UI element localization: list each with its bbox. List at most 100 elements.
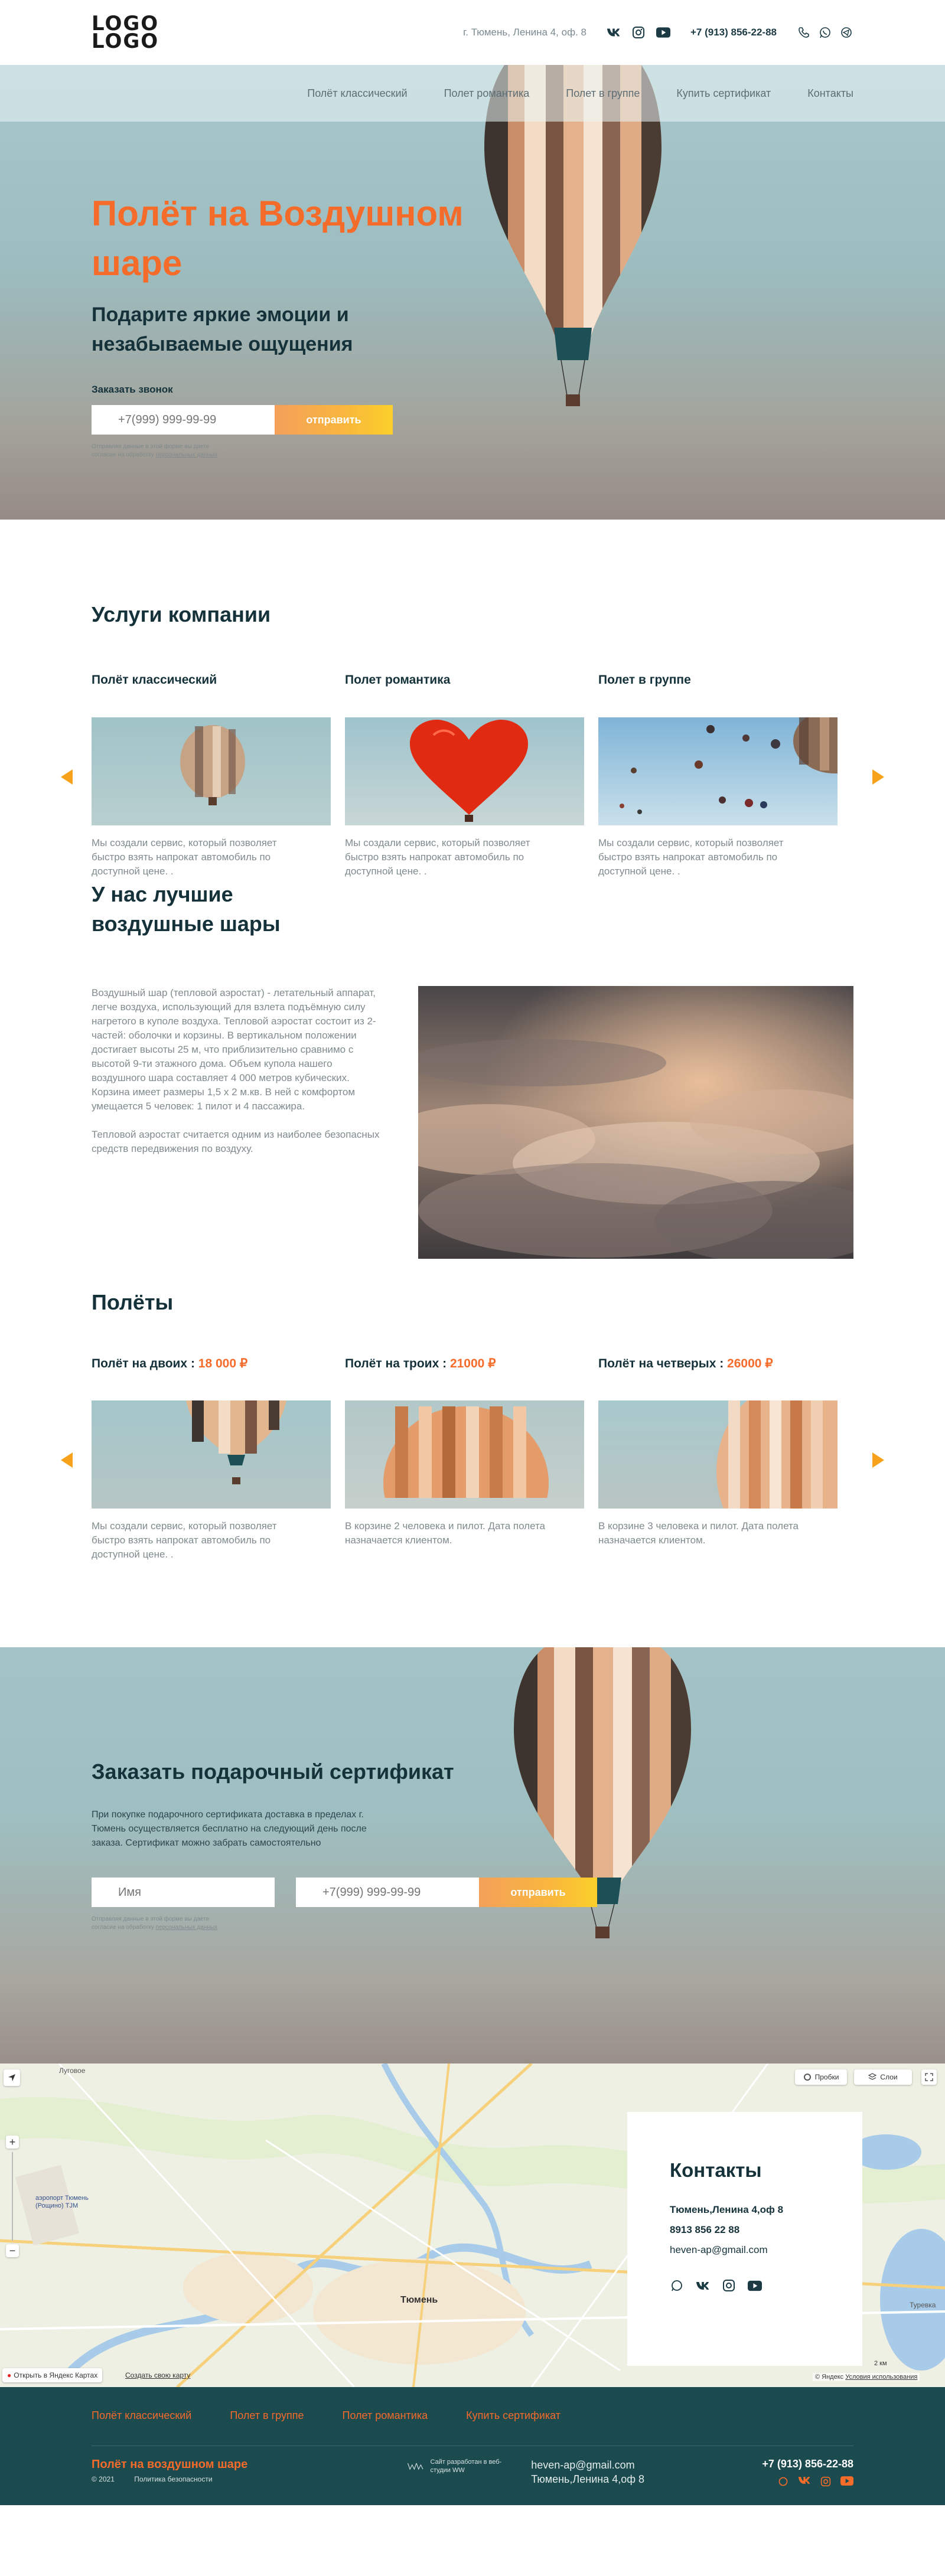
flight-card[interactable]: Полёт на двоих : 18 000 ₽ Мы создали сер…: [92, 1356, 331, 1562]
logo[interactable]: LOGO LOGO: [92, 14, 168, 53]
whatsapp-icon[interactable]: [670, 2278, 684, 2293]
map-section[interactable]: Луговое аэропорт Тюмень (Рощино) TJM Тюм…: [0, 2064, 945, 2387]
certificate-consent-link[interactable]: персональных данных: [156, 1924, 217, 1931]
create-map-link[interactable]: Создать свою карту: [125, 2371, 190, 2379]
footer-nav-romantic[interactable]: Полет романтика: [343, 2410, 428, 2422]
flight-card[interactable]: Полёт на четверых : 26000 ₽ В корзине 3 …: [598, 1356, 838, 1562]
flights-prev-arrow-icon[interactable]: [61, 1452, 73, 1468]
flights-next-arrow-icon[interactable]: [872, 1452, 884, 1468]
contacts-title: Контакты: [670, 2159, 762, 2181]
open-in-yandex-link[interactable]: ● Открыть в Яндекс Картах: [2, 2368, 103, 2382]
zoom-slider-track[interactable]: [12, 2152, 13, 2241]
certificate-phone-input[interactable]: [296, 1878, 479, 1907]
about-text: Воздушный шар (тепловой аэростат) - лета…: [92, 986, 381, 1259]
service-card[interactable]: Полет романтика Мы создали сервис, котор…: [345, 673, 584, 879]
certificate-consent-hint: Отправляя данные в этой форме вы даете с…: [92, 1915, 233, 1932]
instagram-icon[interactable]: [820, 2476, 831, 2490]
service-card-image: [92, 717, 331, 825]
footer-email[interactable]: heven-ap@gmail.com: [531, 2458, 644, 2472]
pin-icon: ●: [7, 2371, 12, 2379]
header-address: г. Тюмень, Ленина 4, оф. 8: [463, 27, 586, 38]
service-card-title: Полёт классический: [92, 673, 217, 687]
footer-nav: Полёт классический Полет в группе Полет …: [92, 2387, 853, 2422]
contacts-phone[interactable]: 8913 856 22 88: [670, 2224, 820, 2236]
nav-item-romantic[interactable]: Полет романтика: [444, 87, 530, 100]
flight-card-label: Полёт на четверых :: [598, 1357, 728, 1370]
studio-logo-icon: [408, 2463, 423, 2470]
traffic-label: Пробки: [814, 2073, 839, 2081]
vk-icon[interactable]: [696, 2278, 710, 2293]
contacts-email[interactable]: heven-ap@gmail.com: [670, 2244, 820, 2256]
service-card-image: [345, 717, 584, 825]
traffic-icon: [803, 2074, 811, 2081]
fullscreen-icon[interactable]: [921, 2069, 937, 2085]
service-card[interactable]: Полёт классический Мы создали сервис, ко…: [92, 673, 331, 879]
vk-icon[interactable]: [798, 2476, 811, 2490]
contacts-socials: [670, 2278, 820, 2293]
footer-nav-certificate[interactable]: Купить сертификат: [466, 2410, 561, 2422]
certificate-title: Заказать подарочный сертификат: [92, 1759, 454, 1784]
flight-card-label: Полёт на двоих :: [92, 1357, 198, 1370]
main-nav: Полёт классический Полет романтика Полет…: [0, 65, 945, 122]
certificate-name-input[interactable]: [92, 1878, 275, 1907]
map-label-lugovoe: Луговое: [59, 2066, 86, 2075]
zoom-out-button[interactable]: −: [6, 2244, 19, 2257]
services-prev-arrow-icon[interactable]: [61, 769, 73, 785]
flight-card-title: Полёт на троих : 21000 ₽: [345, 1356, 584, 1400]
hero-subtitle: Подарите яркие эмоции и незабываемые ощу…: [92, 303, 353, 355]
hero-section: Полёт классический Полет романтика Полет…: [0, 65, 945, 520]
youtube-icon[interactable]: [840, 2476, 853, 2490]
instagram-icon[interactable]: [722, 2278, 736, 2293]
header-socials: [607, 25, 670, 40]
footer-phone[interactable]: +7 (913) 856-22-88: [762, 2458, 853, 2470]
flight-card-price: 21000 ₽: [449, 1357, 496, 1370]
flight-card-title: Полёт на четверых : 26000 ₽: [598, 1356, 838, 1400]
service-card-image: [598, 717, 838, 825]
footer-address: Тюмень,Ленина 4,оф 8: [531, 2473, 645, 2485]
nav-item-group[interactable]: Полет в группе: [566, 87, 640, 100]
youtube-icon[interactable]: [656, 25, 670, 40]
whatsapp-icon[interactable]: [818, 25, 832, 40]
whatsapp-icon[interactable]: [778, 2476, 788, 2490]
layers-button[interactable]: Слои: [854, 2069, 912, 2085]
about-section: У нас лучшие воздушные шары Воздушный ша…: [0, 850, 945, 1290]
hero-submit-button[interactable]: отправить: [275, 405, 393, 435]
services-carousel: Полёт классический Мы создали сервис, ко…: [61, 673, 884, 879]
geolocation-icon[interactable]: [4, 2069, 20, 2086]
nav-item-classic[interactable]: Полёт классический: [307, 87, 407, 100]
flight-card-text: Мы создали сервис, который позволяет быс…: [92, 1520, 277, 1560]
phone-icon[interactable]: [797, 25, 811, 40]
flight-card[interactable]: Полёт на троих : 21000 ₽ В корзине 2 чел…: [345, 1356, 584, 1562]
service-card-title: Полет романтика: [345, 673, 451, 687]
nav-item-certificate[interactable]: Купить сертификат: [676, 87, 771, 100]
logo-line-2: LOGO: [92, 30, 159, 53]
zoom-in-button[interactable]: +: [6, 2136, 19, 2149]
vk-icon[interactable]: [607, 25, 621, 40]
header-phone[interactable]: +7 (913) 856-22-88: [690, 27, 777, 38]
about-title: У нас лучшие воздушные шары: [92, 882, 281, 936]
hero-phone-input[interactable]: [92, 405, 275, 435]
instagram-icon[interactable]: [631, 25, 646, 40]
services-section: Услуги компании Полёт классический Мы со…: [0, 520, 945, 877]
services-next-arrow-icon[interactable]: [872, 769, 884, 785]
nav-item-contacts[interactable]: Контакты: [807, 87, 853, 100]
service-card-title: Полет в группе: [598, 673, 691, 687]
footer-copyright: © 2021: [92, 2475, 115, 2483]
telegram-icon[interactable]: [839, 25, 853, 40]
top-bar: LOGO LOGO г. Тюмень, Ленина 4, оф. 8 +7: [0, 0, 945, 65]
hero-title: Полёт на Воздушном шаре: [92, 194, 464, 283]
footer-nav-classic[interactable]: Полёт классический: [92, 2410, 191, 2422]
map-terms-link[interactable]: Условия использования: [845, 2373, 917, 2381]
footer-socials: [762, 2476, 853, 2490]
traffic-button[interactable]: Пробки: [795, 2069, 847, 2085]
flight-card-title: Полёт на двоих : 18 000 ₽: [92, 1356, 331, 1400]
certificate-submit-button[interactable]: отправить: [479, 1878, 597, 1907]
footer-developer[interactable]: Сайт разработан в веб-студии WW: [407, 2458, 507, 2474]
footer-policy-link[interactable]: Политика безопасности: [134, 2475, 212, 2483]
footer-developer-text: Сайт разработан в веб-студии WW: [430, 2459, 502, 2474]
footer-nav-group[interactable]: Полет в группе: [230, 2410, 304, 2422]
service-card[interactable]: Полет в группе Мы создали сервис, которы…: [598, 673, 838, 879]
certificate-text: При покупке подарочного сертификата дост…: [92, 1810, 367, 1848]
youtube-icon[interactable]: [748, 2278, 762, 2293]
hero-consent-link[interactable]: персональных данных: [156, 452, 217, 458]
